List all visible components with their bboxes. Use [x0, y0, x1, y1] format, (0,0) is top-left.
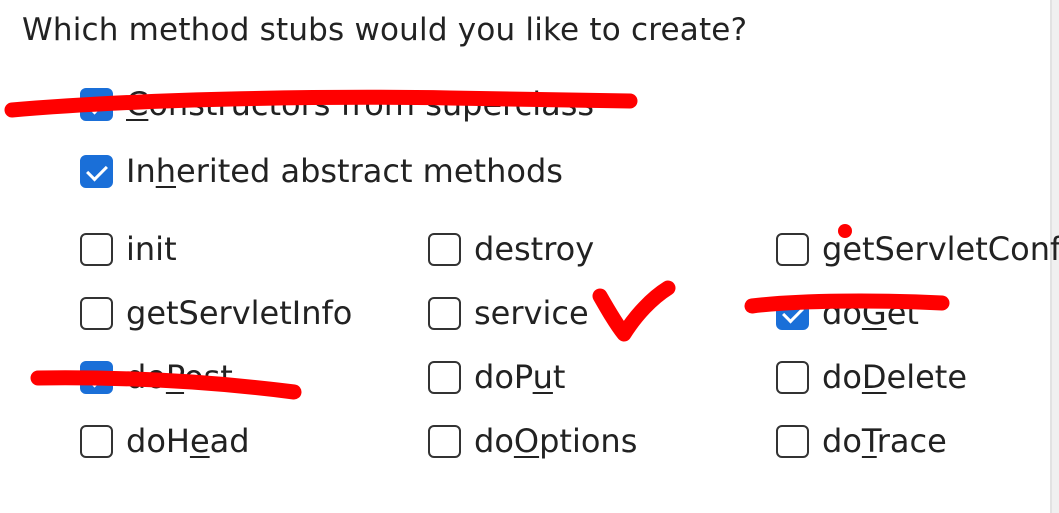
checkbox-box[interactable] — [80, 424, 113, 458]
checkbox-dohead[interactable]: doHead — [80, 419, 250, 463]
check-mark — [592, 280, 676, 342]
mnemonic-letter: e — [189, 422, 210, 460]
checkbox-label: doPut — [474, 358, 566, 396]
checkbox-box[interactable] — [80, 232, 113, 266]
checkbox-destroy[interactable]: destroy — [428, 227, 594, 271]
checkbox-box[interactable] — [428, 424, 461, 458]
checkbox-label: destroy — [474, 230, 595, 268]
mnemonic-letter: C — [126, 85, 149, 123]
checkbox-box[interactable] — [776, 296, 809, 330]
checkbox-label: getServletConfig — [822, 230, 1059, 268]
mnemonic-letter: T — [861, 422, 877, 460]
checkbox-service[interactable]: service — [428, 291, 589, 335]
mnemonic-letter: h — [155, 152, 176, 190]
checkbox-label: doTrace — [822, 422, 947, 460]
checkbox-getservletinfo[interactable]: getServletInfo — [80, 291, 352, 335]
checkbox-box[interactable] — [80, 296, 113, 330]
dialog-prompt: Which method stubs would you like to cre… — [22, 12, 748, 48]
checkbox-label: init — [126, 230, 177, 268]
checkbox-label: doGet — [822, 294, 919, 332]
checkbox-box[interactable] — [80, 87, 113, 121]
mnemonic-letter: u — [532, 358, 553, 396]
checkbox-label: doOptions — [474, 422, 638, 460]
mnemonic-letter: G — [861, 294, 887, 332]
mnemonic-letter: P — [165, 358, 185, 396]
checkbox-label: service — [474, 294, 589, 332]
checkbox-dooptions[interactable]: doOptions — [428, 419, 637, 463]
mnemonic-letter: O — [513, 422, 540, 460]
mnemonic-letter: D — [861, 358, 887, 396]
checkbox-box[interactable] — [776, 232, 809, 266]
checkbox-box[interactable] — [776, 360, 809, 394]
checkbox-box[interactable] — [428, 360, 461, 394]
checkbox-label: doDelete — [822, 358, 968, 396]
checkbox-box[interactable] — [80, 360, 113, 394]
checkbox-constructors-from-superclass[interactable]: Constructors from superclass — [80, 82, 594, 126]
checkbox-dodelete[interactable]: doDelete — [776, 355, 967, 399]
checkbox-dotrace[interactable]: doTrace — [776, 419, 947, 463]
checkbox-label: doHead — [126, 422, 250, 460]
checkbox-dopost[interactable]: doPost — [80, 355, 233, 399]
checkbox-box[interactable] — [776, 424, 809, 458]
checkbox-label: doPost — [126, 358, 233, 396]
checkbox-doget[interactable]: doGet — [776, 291, 919, 335]
checkbox-box[interactable] — [80, 154, 113, 188]
checkbox-doput[interactable]: doPut — [428, 355, 565, 399]
checkbox-label: getServletInfo — [126, 294, 353, 332]
checkbox-box[interactable] — [428, 296, 461, 330]
checkbox-label: Inherited abstract methods — [126, 152, 563, 190]
checkbox-init[interactable]: init — [80, 227, 177, 271]
checkbox-getservletconfig[interactable]: getServletConfig — [776, 227, 1059, 271]
checkbox-box[interactable] — [428, 232, 461, 266]
checkbox-label: Constructors from superclass — [126, 85, 595, 123]
checkbox-inherited-abstract-methods[interactable]: Inherited abstract methods — [80, 149, 563, 193]
